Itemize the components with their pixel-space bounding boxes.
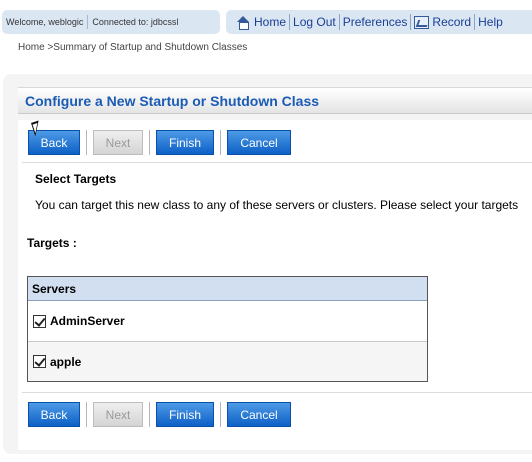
welcome-text: Welcome, weblogic xyxy=(6,17,84,27)
logout-link[interactable]: Log Out xyxy=(293,15,336,29)
button-divider xyxy=(149,130,150,155)
connection-status: Welcome, weblogic Connected to: jdbcssl xyxy=(2,10,220,34)
toolbar-divider xyxy=(410,14,412,30)
finish-button[interactable]: Finish xyxy=(155,401,215,428)
toolbar-divider xyxy=(338,14,340,30)
page-header: Configure a New Startup or Shutdown Clas… xyxy=(18,87,532,114)
server-checkbox-adminserver[interactable] xyxy=(33,314,46,328)
breadcrumb[interactable]: Home >Summary of Startup and Shutdown Cl… xyxy=(18,42,247,53)
server-row: AdminServer xyxy=(28,301,427,341)
record-icon xyxy=(414,15,430,29)
help-link[interactable]: Help xyxy=(478,15,503,29)
wizard-buttons-bottom: Back Next Finish Cancel xyxy=(27,401,292,428)
servers-table: Servers AdminServer apple xyxy=(27,276,428,382)
cancel-button[interactable]: Cancel xyxy=(226,401,292,428)
server-name: apple xyxy=(50,354,82,369)
toolbar-divider xyxy=(474,14,476,30)
button-divider xyxy=(220,402,221,427)
global-toolbar: Home Log Out Preferences Record Help xyxy=(226,10,532,34)
targets-label: Targets : xyxy=(27,236,77,250)
servers-table-header: Servers xyxy=(28,277,427,301)
wizard-content: Back Next Finish Cancel Select Targets Y… xyxy=(18,120,532,450)
button-divider xyxy=(149,402,150,427)
preferences-link[interactable]: Preferences xyxy=(343,15,408,29)
toolbar-divider xyxy=(289,14,291,30)
home-icon xyxy=(236,15,251,30)
status-divider xyxy=(87,15,89,29)
cancel-button[interactable]: Cancel xyxy=(226,129,292,156)
button-divider xyxy=(86,130,87,155)
section-title: Select Targets xyxy=(35,172,117,186)
record-link[interactable]: Record xyxy=(414,15,471,29)
section-description: You can target this new class to any of … xyxy=(35,198,519,212)
server-name: AdminServer xyxy=(50,314,125,328)
next-button[interactable]: Next xyxy=(92,401,144,428)
back-button[interactable]: Back xyxy=(27,401,81,428)
home-link-label: Home xyxy=(254,15,287,29)
button-divider xyxy=(220,130,221,155)
server-row: apple xyxy=(28,341,427,381)
connected-text: Connected to: jdbcssl xyxy=(92,17,179,27)
wizard-buttons-top: Back Next Finish Cancel xyxy=(27,129,292,156)
server-checkbox-apple[interactable] xyxy=(33,355,46,368)
finish-button[interactable]: Finish xyxy=(155,129,215,156)
divider xyxy=(22,162,532,163)
record-link-label: Record xyxy=(432,15,472,29)
divider xyxy=(22,392,532,393)
home-link[interactable]: Home xyxy=(236,15,287,30)
page-title: Configure a New Startup or Shutdown Clas… xyxy=(25,92,320,109)
next-button[interactable]: Next xyxy=(92,129,144,156)
button-divider xyxy=(86,402,87,427)
